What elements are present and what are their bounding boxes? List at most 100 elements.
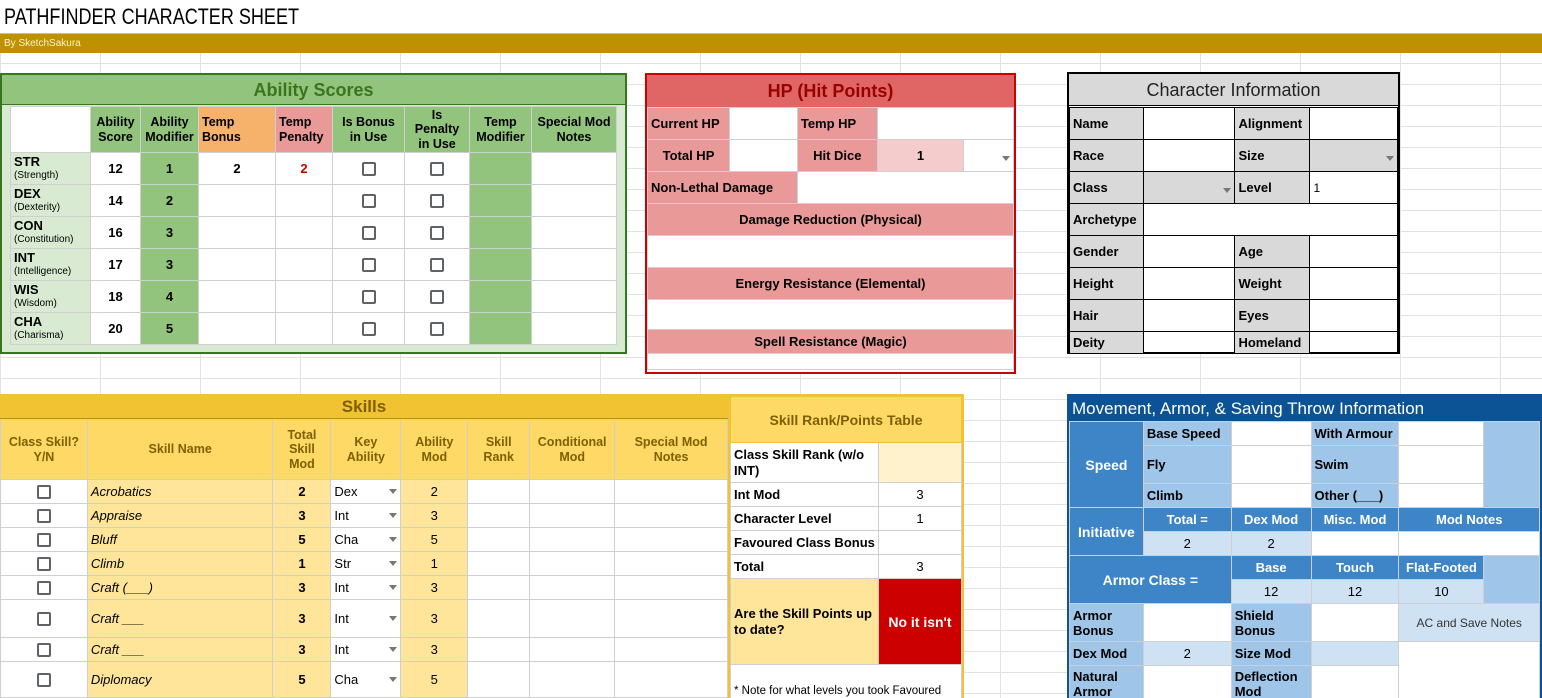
temp-bonus-cell[interactable]	[198, 312, 276, 346]
class-skill-checkbox[interactable]	[36, 557, 51, 572]
special-mod-notes-cell[interactable]	[614, 551, 728, 576]
temp-bonus-cell[interactable]	[198, 248, 276, 282]
special-mod-notes-cell[interactable]	[531, 152, 617, 186]
skill-rank-cell[interactable]	[467, 575, 531, 600]
class-skill-checkbox[interactable]	[36, 509, 51, 524]
conditional-mod-cell[interactable]	[529, 575, 616, 600]
spell-resistance-value[interactable]	[647, 353, 1014, 370]
key-ability-dropdown[interactable]: Int	[330, 503, 402, 528]
key-ability-dropdown[interactable]: Str	[330, 551, 402, 576]
armor-bonus-value[interactable]	[1142, 603, 1232, 642]
ability-score-cell[interactable]: 14	[90, 184, 141, 218]
energy-resistance-value[interactable]	[647, 299, 1014, 330]
special-mod-notes-cell[interactable]	[531, 280, 617, 314]
temp-penalty-cell[interactable]	[275, 184, 333, 218]
skill-rank-cell[interactable]	[467, 503, 531, 528]
hair-value[interactable]	[1142, 299, 1236, 332]
deflection-mod-value[interactable]	[1310, 665, 1400, 698]
penalty-in-use-checkbox[interactable]	[430, 162, 444, 177]
class-skill-checkbox[interactable]	[36, 485, 51, 500]
special-mod-notes-cell[interactable]	[531, 216, 617, 250]
ability-score-cell[interactable]: 12	[90, 152, 141, 186]
conditional-mod-cell[interactable]	[529, 527, 616, 552]
bonus-in-use-checkbox[interactable]	[361, 322, 376, 337]
base-speed-value[interactable]	[1230, 421, 1312, 446]
temp-bonus-cell[interactable]: 2	[198, 152, 276, 186]
special-mod-notes-cell[interactable]	[531, 312, 617, 346]
favoured-class-bonus-value[interactable]	[877, 530, 963, 555]
temp-penalty-cell[interactable]	[275, 312, 333, 346]
skill-rank-cell[interactable]	[467, 479, 531, 504]
alignment-value[interactable]	[1309, 107, 1398, 140]
climb-value[interactable]	[1230, 483, 1312, 508]
weight-value[interactable]	[1309, 267, 1398, 300]
archetype-value[interactable]	[1142, 203, 1399, 236]
temp-bonus-cell[interactable]	[198, 216, 276, 250]
bonus-in-use-checkbox[interactable]	[361, 162, 376, 177]
height-value[interactable]	[1142, 267, 1236, 300]
class-skill-checkbox[interactable]	[36, 612, 51, 627]
race-value[interactable]	[1142, 139, 1236, 172]
ac-save-notes-button[interactable]: AC and Save Notes	[1398, 603, 1540, 642]
bonus-in-use-checkbox[interactable]	[361, 226, 376, 241]
skill-rank-cell[interactable]	[467, 599, 531, 638]
natural-armor-value[interactable]	[1142, 665, 1232, 698]
other-value[interactable]	[1398, 483, 1485, 508]
special-mod-notes-cell[interactable]	[614, 527, 728, 552]
skill-rank-cell[interactable]	[467, 527, 531, 552]
conditional-mod-cell[interactable]	[529, 637, 616, 662]
conditional-mod-cell[interactable]	[529, 503, 616, 528]
ability-score-cell[interactable]: 16	[90, 216, 141, 250]
class-skill-checkbox[interactable]	[36, 533, 51, 548]
temp-bonus-cell[interactable]	[198, 184, 276, 218]
conditional-mod-cell[interactable]	[529, 479, 616, 504]
special-mod-notes-cell[interactable]	[614, 503, 728, 528]
ability-score-cell[interactable]: 20	[90, 312, 141, 346]
temp-hp-value[interactable]	[876, 107, 1015, 140]
age-value[interactable]	[1309, 235, 1398, 268]
conditional-mod-cell[interactable]	[529, 599, 616, 638]
special-mod-notes-cell[interactable]	[614, 637, 728, 662]
key-ability-dropdown[interactable]: Int	[330, 575, 402, 600]
penalty-in-use-checkbox[interactable]	[430, 290, 444, 305]
key-ability-dropdown[interactable]: Cha	[330, 661, 402, 698]
class-dropdown[interactable]	[1142, 171, 1236, 204]
temp-penalty-cell[interactable]: 2	[275, 152, 333, 186]
ability-score-cell[interactable]: 18	[90, 280, 141, 314]
class-skill-checkbox[interactable]	[36, 643, 51, 658]
with-armour-value[interactable]	[1398, 421, 1485, 446]
name-value[interactable]	[1142, 107, 1236, 140]
gender-value[interactable]	[1142, 235, 1236, 268]
current-hp-value[interactable]	[728, 107, 798, 140]
key-ability-dropdown[interactable]: Cha	[330, 527, 402, 552]
conditional-mod-cell[interactable]	[529, 551, 616, 576]
level-value[interactable]: 1	[1309, 171, 1398, 204]
skill-rank-cell[interactable]	[467, 551, 531, 576]
temp-penalty-cell[interactable]	[275, 248, 333, 282]
shield-bonus-value[interactable]	[1310, 603, 1400, 642]
special-mod-notes-cell[interactable]	[614, 479, 728, 504]
deity-value[interactable]	[1142, 331, 1236, 354]
temp-bonus-cell[interactable]	[198, 280, 276, 314]
special-mod-notes-cell[interactable]	[531, 184, 617, 218]
conditional-mod-cell[interactable]	[529, 661, 616, 698]
ac-notes-area[interactable]	[1398, 641, 1540, 698]
key-ability-dropdown[interactable]: Int	[330, 599, 402, 638]
init-mod-notes-value[interactable]	[1398, 531, 1540, 556]
special-mod-notes-cell[interactable]	[614, 661, 728, 698]
special-mod-notes-cell[interactable]	[614, 599, 728, 638]
swim-value[interactable]	[1398, 445, 1485, 484]
total-hp-value[interactable]	[728, 139, 798, 172]
penalty-in-use-checkbox[interactable]	[430, 322, 444, 337]
damage-reduction-value[interactable]	[647, 235, 1014, 268]
special-mod-notes-cell[interactable]	[614, 575, 728, 600]
fly-value[interactable]	[1230, 445, 1312, 484]
key-ability-dropdown[interactable]: Dex	[330, 479, 402, 504]
temp-penalty-cell[interactable]	[275, 216, 333, 250]
class-skill-rank-value[interactable]	[877, 442, 963, 483]
penalty-in-use-checkbox[interactable]	[430, 258, 444, 273]
ability-score-cell[interactable]: 17	[90, 248, 141, 282]
penalty-in-use-checkbox[interactable]	[430, 194, 444, 209]
homeland-value[interactable]	[1309, 331, 1398, 354]
temp-penalty-cell[interactable]	[275, 280, 333, 314]
